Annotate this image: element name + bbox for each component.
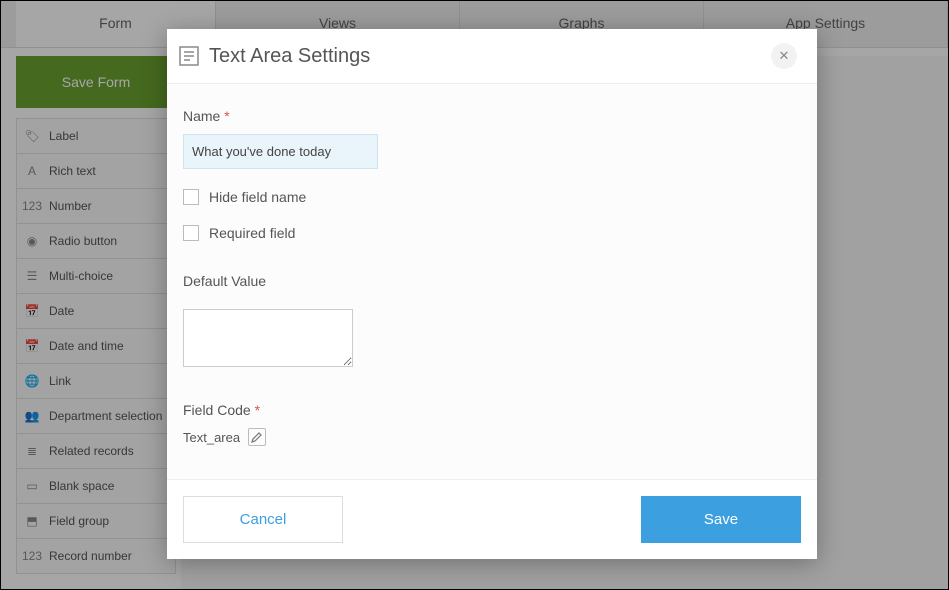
required-field-row: Required field [183,225,801,241]
required-field-label: Required field [209,225,295,241]
cancel-button[interactable]: Cancel [183,496,343,543]
edit-field-code-icon[interactable] [248,428,266,446]
default-value-label: Default Value [183,273,801,289]
close-icon[interactable]: ✕ [771,43,797,69]
field-code-label: Field Code * [183,402,801,418]
modal-body: Name * Hide field name Required field De… [167,84,817,479]
text-area-icon [177,44,201,68]
text-area-settings-modal: Text Area Settings ✕ Name * Hide field n… [167,29,817,559]
modal-footer: Cancel Save [167,479,817,559]
hide-field-name-row: Hide field name [183,189,801,205]
modal-header: Text Area Settings ✕ [167,29,817,84]
modal-title: Text Area Settings [209,45,771,68]
hide-field-name-checkbox[interactable] [183,189,199,205]
name-field[interactable] [183,134,378,169]
default-value-field[interactable] [183,309,353,367]
hide-field-name-label: Hide field name [209,189,306,205]
name-label: Name * [183,108,801,124]
required-field-checkbox[interactable] [183,225,199,241]
save-button[interactable]: Save [641,496,801,543]
field-code-value: Text_area [183,430,240,445]
